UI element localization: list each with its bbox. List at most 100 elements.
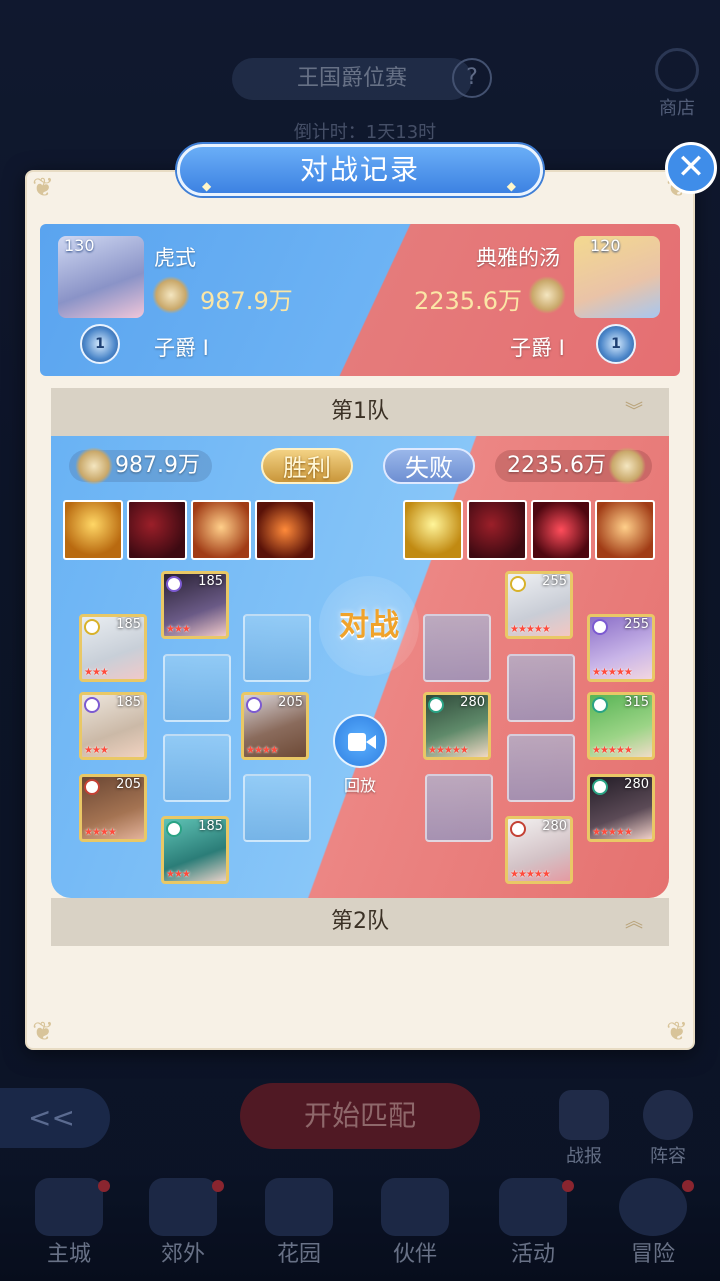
- skill-icon[interactable]: [191, 500, 251, 560]
- replay-button[interactable]: 回放: [333, 714, 387, 796]
- star-rating: ★★★★★: [592, 827, 633, 838]
- hero-card[interactable]: 205 ★★★★: [79, 774, 147, 842]
- element-icon: [84, 619, 100, 635]
- right-player-power: 2235.6万: [414, 287, 522, 315]
- collapse-chevron-icon: ︾: [625, 401, 643, 422]
- skill-icon[interactable]: [531, 500, 591, 560]
- hero-level: 205: [278, 695, 303, 710]
- empty-slot: [423, 614, 491, 682]
- power-sword-icon: [152, 276, 190, 314]
- element-icon: [592, 779, 608, 795]
- left-player-level: 130: [64, 236, 95, 255]
- left-team-power-value: 987.9万: [115, 453, 200, 478]
- sparkle-icon: ◆: [202, 179, 214, 193]
- modal-title: 对战记录: [299, 153, 420, 186]
- star-rating: ★★★: [84, 745, 109, 756]
- hero-card[interactable]: 315 ★★★★★: [587, 692, 655, 760]
- element-icon: [84, 779, 100, 795]
- element-icon: [510, 576, 526, 592]
- modal-title-banner: ◆ 对战记录 ◆: [177, 144, 543, 196]
- right-rank-badge-icon: 1: [596, 324, 636, 364]
- hero-card[interactable]: 185 ★★★: [79, 614, 147, 682]
- empty-slot: [425, 774, 493, 842]
- hero-level: 315: [624, 695, 649, 710]
- team1-header[interactable]: 第1队 ︾: [51, 388, 669, 436]
- skill-icon[interactable]: [595, 500, 655, 560]
- hero-card[interactable]: 280 ★★★★★: [505, 816, 573, 884]
- match-summary: 130 虎式 987.9万 1 子爵 Ⅰ 120 典雅的汤 2235.6万 子爵…: [40, 224, 680, 376]
- corner-ornament-icon: ❦: [666, 1017, 688, 1047]
- replay-label: 回放: [343, 776, 376, 795]
- expand-chevron-icon: ︽: [625, 911, 643, 932]
- hero-card[interactable]: 185 ★★★: [161, 571, 229, 639]
- team2-label: 第2队: [331, 909, 389, 934]
- skill-icon[interactable]: [467, 500, 527, 560]
- corner-ornament-icon: ❦: [32, 173, 54, 203]
- hero-level: 185: [198, 574, 223, 589]
- hero-level: 205: [116, 777, 141, 792]
- left-team-power: 987.9万: [69, 447, 212, 485]
- hero-card[interactable]: 185 ★★★: [79, 692, 147, 760]
- corner-ornament-icon: ❦: [32, 1017, 54, 1047]
- skill-icon[interactable]: [127, 500, 187, 560]
- vs-emblem: 对战: [319, 576, 419, 676]
- star-rating: ★★★: [166, 624, 191, 635]
- power-sword-icon: [607, 447, 646, 485]
- hero-card[interactable]: 280 ★★★★★: [423, 692, 491, 760]
- hero-level: 185: [116, 695, 141, 710]
- empty-slot: [163, 734, 231, 802]
- hero-level: 185: [198, 819, 223, 834]
- star-rating: ★★★: [166, 869, 191, 880]
- star-rating: ★★★: [84, 667, 109, 678]
- right-player-rank: 子爵 Ⅰ: [510, 336, 565, 360]
- left-rank-badge-icon: 1: [80, 324, 120, 364]
- empty-slot: [163, 654, 231, 722]
- team1-label: 第1队: [331, 399, 389, 424]
- hero-card[interactable]: 255 ★★★★★: [587, 614, 655, 682]
- element-icon: [428, 697, 444, 713]
- sparkle-icon: ◆: [506, 179, 518, 193]
- hero-level: 280: [542, 819, 567, 834]
- hero-level: 280: [460, 695, 485, 710]
- hero-level: 185: [116, 617, 141, 632]
- element-icon: [166, 821, 182, 837]
- hero-level: 255: [624, 617, 649, 632]
- empty-slot: [507, 654, 575, 722]
- element-icon: [246, 697, 262, 713]
- empty-slot: [243, 774, 311, 842]
- power-sword-icon: [75, 447, 113, 485]
- right-player-level: 120: [590, 236, 621, 255]
- element-icon: [84, 697, 100, 713]
- left-player-power: 987.9万: [200, 287, 293, 315]
- left-player-rank: 子爵 Ⅰ: [154, 336, 209, 360]
- hero-level: 280: [624, 777, 649, 792]
- element-icon: [510, 821, 526, 837]
- right-player-name: 典雅的汤: [476, 246, 560, 270]
- skill-icon[interactable]: [255, 500, 315, 560]
- star-rating: ★★★★★: [510, 624, 551, 635]
- star-rating: ★★★★★: [592, 667, 633, 678]
- empty-slot: [507, 734, 575, 802]
- element-icon: [592, 697, 608, 713]
- lose-label: 失败: [383, 448, 475, 484]
- power-sword-icon: [528, 276, 566, 314]
- video-camera-icon: [333, 714, 387, 768]
- right-team-power-value: 2235.6万: [507, 453, 606, 478]
- team1-battle-panel: 987.9万 胜利 失败 2235.6万 对战 185 ★★★ 185 ★★★ …: [51, 436, 669, 898]
- element-icon: [166, 576, 182, 592]
- skill-icon[interactable]: [403, 500, 463, 560]
- hero-card[interactable]: 185 ★★★: [161, 816, 229, 884]
- empty-slot: [243, 614, 311, 682]
- star-rating: ★★★★★: [510, 869, 551, 880]
- hero-card[interactable]: 255 ★★★★★: [505, 571, 573, 639]
- hero-level: 255: [542, 574, 567, 589]
- hero-card[interactable]: 280 ★★★★★: [587, 774, 655, 842]
- star-rating: ★★★★: [246, 745, 279, 756]
- team2-header[interactable]: 第2队 ︽: [51, 898, 669, 946]
- star-rating: ★★★★: [84, 827, 117, 838]
- hero-card[interactable]: 205 ★★★★: [241, 692, 309, 760]
- right-team-power: 2235.6万: [495, 447, 652, 485]
- element-icon: [592, 619, 608, 635]
- skill-icon[interactable]: [63, 500, 123, 560]
- close-button[interactable]: ✕: [665, 142, 717, 194]
